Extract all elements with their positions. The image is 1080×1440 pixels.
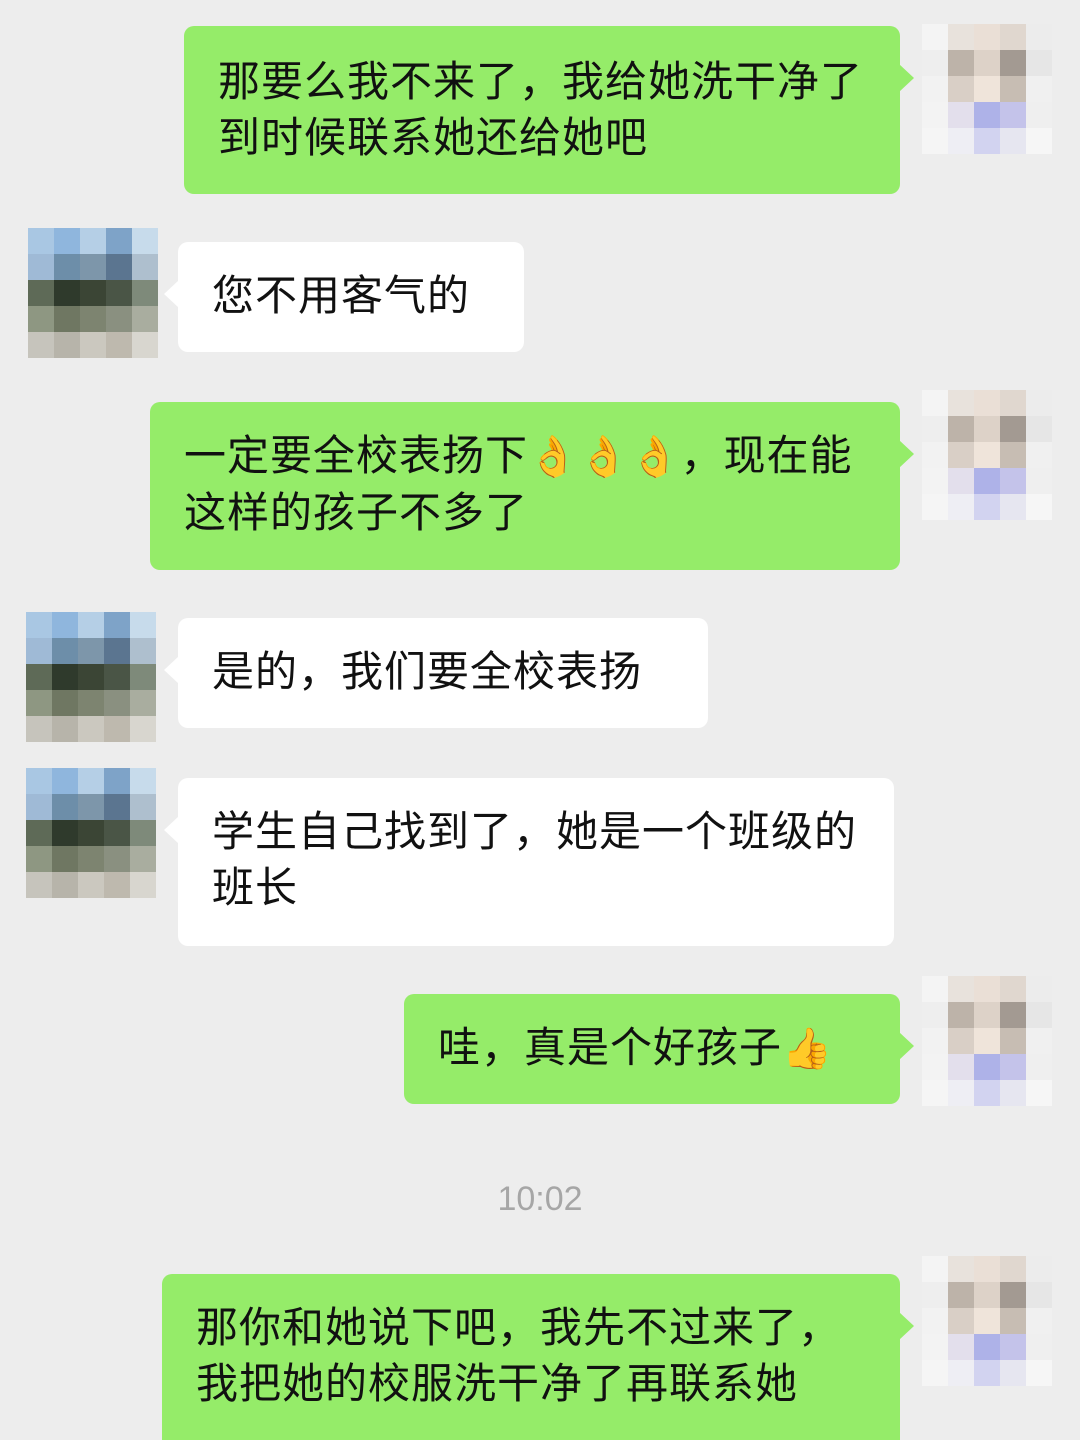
thumbs-up-emoji-icon: 👍 [782, 1026, 833, 1072]
message-bubble-incoming[interactable]: 您不用客气的 [164, 242, 524, 352]
message-text: 一定要全校表扬下 [184, 431, 529, 480]
message-text: 是的，我们要全校表扬 [212, 647, 643, 696]
avatar-self[interactable] [922, 24, 1052, 154]
message-bubble-outgoing[interactable]: 哇，真是个好孩子👍 [404, 994, 914, 1104]
avatar-self[interactable] [922, 390, 1052, 520]
timestamp: 10:02 [497, 1180, 583, 1218]
avatar-self[interactable] [922, 976, 1052, 1106]
avatar-other[interactable] [26, 768, 156, 898]
message-text: 哇，真是个好孩子 [438, 1023, 783, 1072]
message-text: 那你和她说下吧，我先不过来了，我把她的校服洗干净了再联系她 [196, 1303, 842, 1408]
avatar-other[interactable] [28, 228, 158, 358]
message-bubble-incoming[interactable]: 是的，我们要全校表扬 [164, 618, 708, 728]
message-bubble-outgoing[interactable]: 那你和她说下吧，我先不过来了，我把她的校服洗干净了再联系她 [162, 1274, 914, 1440]
avatar-other[interactable] [26, 612, 156, 742]
message-bubble-incoming[interactable]: 学生自己找到了，她是一个班级的班长 [164, 778, 894, 946]
ok-hand-emoji-icon: 👌👌👌 [528, 434, 681, 480]
message-bubble-outgoing[interactable]: 一定要全校表扬下👌👌👌，现在能这样的孩子不多了 [150, 402, 914, 570]
avatar-self[interactable] [922, 1256, 1052, 1386]
message-text: 您不用客气的 [212, 271, 471, 320]
message-text: 学生自己找到了，她是一个班级的班长 [212, 807, 858, 912]
chat-window: 那要么我不来了，我给她洗干净了到时候联系她还给她吧 您不用客气的 一定要全校表扬… [0, 0, 1080, 1440]
message-bubble-outgoing[interactable]: 那要么我不来了，我给她洗干净了到时候联系她还给她吧 [184, 26, 914, 194]
message-text: 那要么我不来了，我给她洗干净了到时候联系她还给她吧 [218, 57, 864, 162]
